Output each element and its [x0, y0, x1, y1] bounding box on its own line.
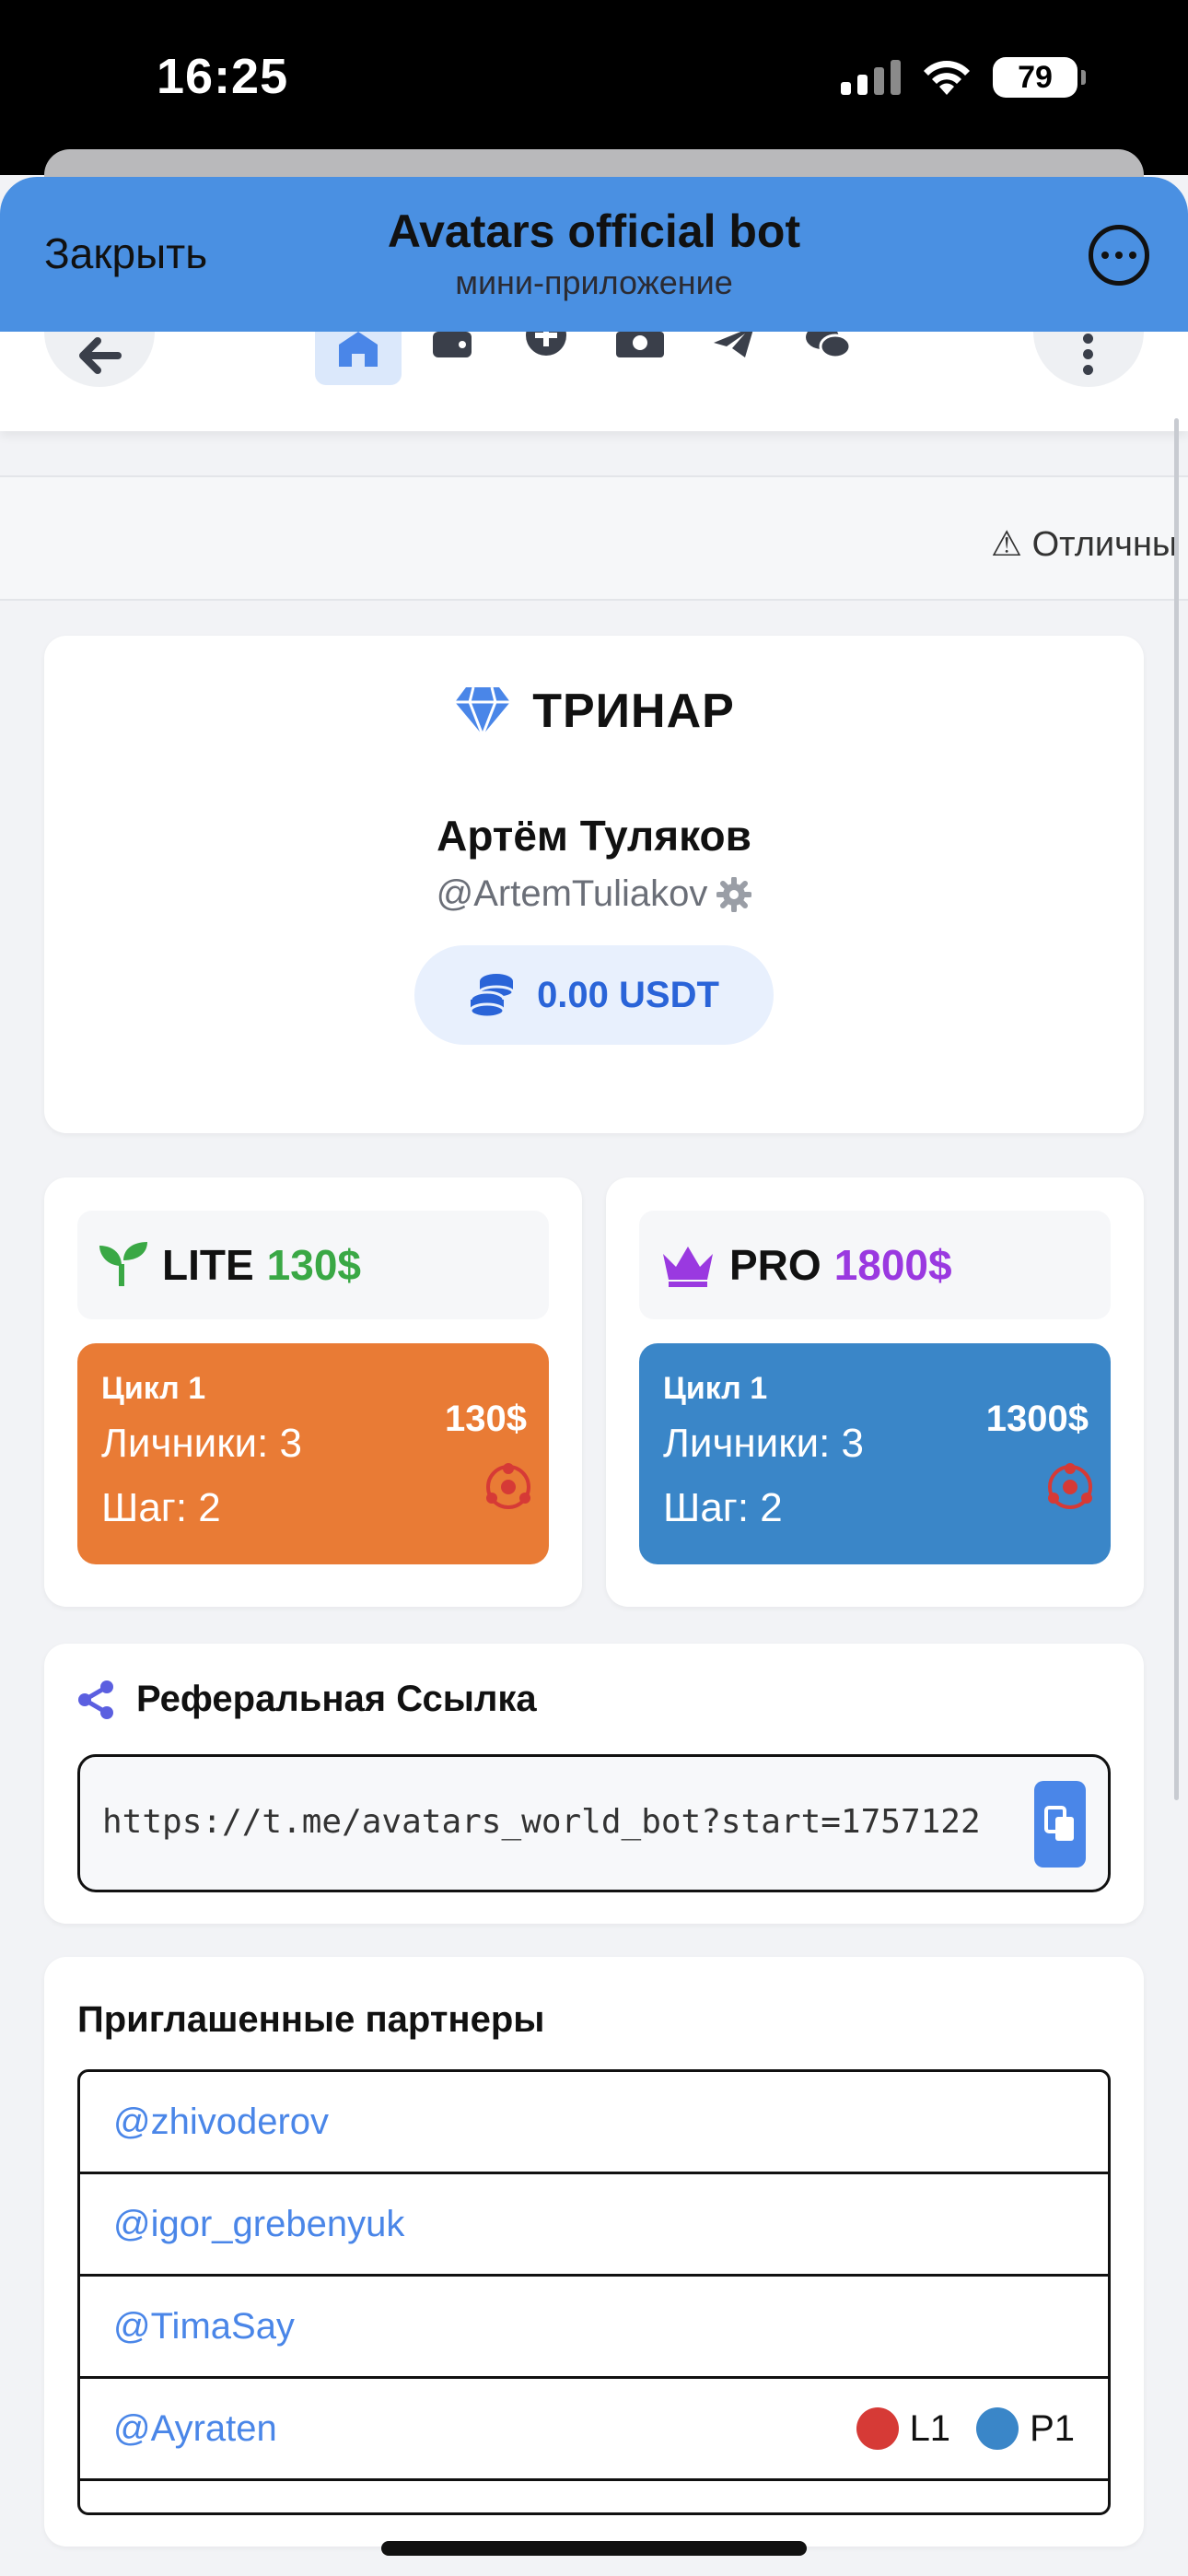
plus-circle-icon: [526, 332, 566, 356]
personal-invites: Личники: 3: [101, 1421, 303, 1466]
partner-row[interactable]: @Ayraten L1 P1: [80, 2379, 1108, 2481]
partner-handle[interactable]: @igor_grebenyuk: [113, 2204, 1075, 2245]
nav-money[interactable]: [597, 332, 683, 385]
referral-link[interactable]: https://t.me/avatars_world_bot?start=175…: [102, 1803, 1014, 1841]
personal-invites: Личники: 3: [663, 1421, 865, 1466]
profile-card: ТРИНАР Артём Туляков @ArtemTuliakov 0.00…: [44, 636, 1144, 1133]
program-tag-label: P1: [1030, 2407, 1075, 2449]
home-indicator[interactable]: [381, 2541, 807, 2556]
nav-chat[interactable]: [785, 332, 871, 385]
user-handle: @ArtemTuliakov: [436, 873, 708, 914]
crown-icon: [663, 1247, 713, 1287]
money-bill-icon: [616, 332, 664, 357]
plan-name: LITE: [162, 1241, 254, 1289]
partners-title: Приглашенные партнеры: [77, 1999, 545, 2040]
balance-pill[interactable]: 0.00 USDT: [414, 945, 774, 1045]
coins-icon: [469, 974, 515, 1018]
level-tag: L1: [856, 2407, 951, 2450]
back-button[interactable]: [44, 332, 155, 387]
brand-name: ТРИНАР: [532, 685, 735, 738]
nav-icon-bar: [315, 332, 871, 385]
plan-card-lite[interactable]: LITE 130$ Цикл 1 Личники: 3 Шаг: 2 130$: [44, 1177, 582, 1607]
cycle-label: Цикл 1: [663, 1371, 768, 1406]
referral-link-field[interactable]: https://t.me/avatars_world_bot?start=175…: [77, 1754, 1111, 1892]
paper-plane-icon: [714, 332, 753, 357]
blue-dot-icon: [976, 2407, 1019, 2450]
user-handle-row: @ArtemTuliakov: [44, 873, 1144, 915]
balance-value: 0.00 USDT: [537, 974, 719, 1015]
telegram-header: Закрыть Avatars official bot мини-прилож…: [0, 177, 1188, 332]
status-indicators: 79: [841, 57, 1086, 98]
nav-send[interactable]: [691, 332, 777, 385]
network-icon: [1048, 1463, 1092, 1509]
menu-button[interactable]: [1033, 332, 1144, 387]
cycle-label: Цикл 1: [101, 1371, 206, 1406]
nav-home[interactable]: [315, 332, 402, 385]
partners-card: Приглашенные партнеры @zhivoderov @igor_…: [44, 1957, 1144, 2547]
program-tag: P1: [976, 2407, 1075, 2450]
partner-row[interactable]: @igor_grebenyuk: [80, 2174, 1108, 2277]
step-label: Шаг: 2: [663, 1485, 783, 1530]
share-icon: [78, 1680, 113, 1719]
more-options-button[interactable]: [1089, 225, 1149, 286]
comments-icon: [806, 332, 852, 359]
scrollbar[interactable]: [1174, 418, 1179, 1800]
wifi-icon: [924, 61, 970, 95]
partner-handle[interactable]: @zhivoderov: [113, 2102, 1075, 2143]
referral-title-row: Реферальная Ссылка: [77, 1679, 537, 1720]
plan-price: 130$: [266, 1241, 362, 1289]
cycle-amount: 1300$: [985, 1399, 1089, 1439]
plan-name: PRO: [729, 1241, 821, 1289]
home-icon: [339, 332, 378, 367]
user-name: Артём Туляков: [437, 812, 751, 860]
gear-icon[interactable]: [716, 876, 752, 912]
red-dot-icon: [856, 2407, 899, 2450]
plan-cycle-box: Цикл 1 Личники: 3 Шаг: 2 1300$: [639, 1343, 1111, 1564]
referral-card: Реферальная Ссылка https://t.me/avatars_…: [44, 1644, 1144, 1924]
announcement-text: ⚠ Отличны: [991, 525, 1178, 564]
copy-link-button[interactable]: [1034, 1781, 1086, 1868]
brand: ТРИНАР: [44, 684, 1144, 739]
plan-header: LITE 130$: [77, 1211, 549, 1319]
app-navigation: [0, 332, 1188, 431]
network-icon: [486, 1463, 530, 1509]
nav-wallet[interactable]: [409, 332, 495, 385]
announcement-strip: ⚠ Отличны: [0, 475, 1188, 601]
battery-icon: 79: [993, 57, 1086, 98]
vertical-dots-icon: [1083, 334, 1093, 375]
level-tag-label: L1: [909, 2407, 951, 2449]
partner-tags: L1 P1: [856, 2407, 1075, 2450]
plan-card-pro[interactable]: PRO 1800$ Цикл 1 Личники: 3 Шаг: 2 1300$: [606, 1177, 1144, 1607]
plan-cycle-box: Цикл 1 Личники: 3 Шаг: 2 130$: [77, 1343, 549, 1564]
plan-header: PRO 1800$: [639, 1211, 1111, 1319]
nav-add[interactable]: [503, 332, 589, 385]
partner-handle[interactable]: @TimaSay: [113, 2306, 1075, 2348]
status-time: 16:25: [157, 49, 289, 104]
plan-price: 1800$: [833, 1241, 952, 1289]
wallet-icon: [433, 332, 472, 357]
bot-subtitle: мини-приложение: [455, 263, 733, 301]
referral-title: Реферальная Ссылка: [136, 1679, 537, 1719]
cellular-signal-icon: [841, 60, 901, 95]
bot-title: Avatars official bot: [387, 205, 801, 257]
partner-row[interactable]: @zhivoderov: [80, 2072, 1108, 2174]
cycle-amount: 130$: [445, 1399, 527, 1439]
diamond-icon: [455, 686, 511, 737]
partner-handle[interactable]: @Ayraten: [113, 2408, 856, 2450]
seedling-icon: [99, 1242, 147, 1286]
step-label: Шаг: 2: [101, 1485, 221, 1530]
copy-icon: [1044, 1806, 1074, 1841]
arrow-left-icon: [79, 337, 122, 374]
partners-table: @zhivoderov @igor_grebenyuk @TimaSay @Ay…: [77, 2069, 1111, 2515]
partner-row[interactable]: @TimaSay: [80, 2277, 1108, 2379]
